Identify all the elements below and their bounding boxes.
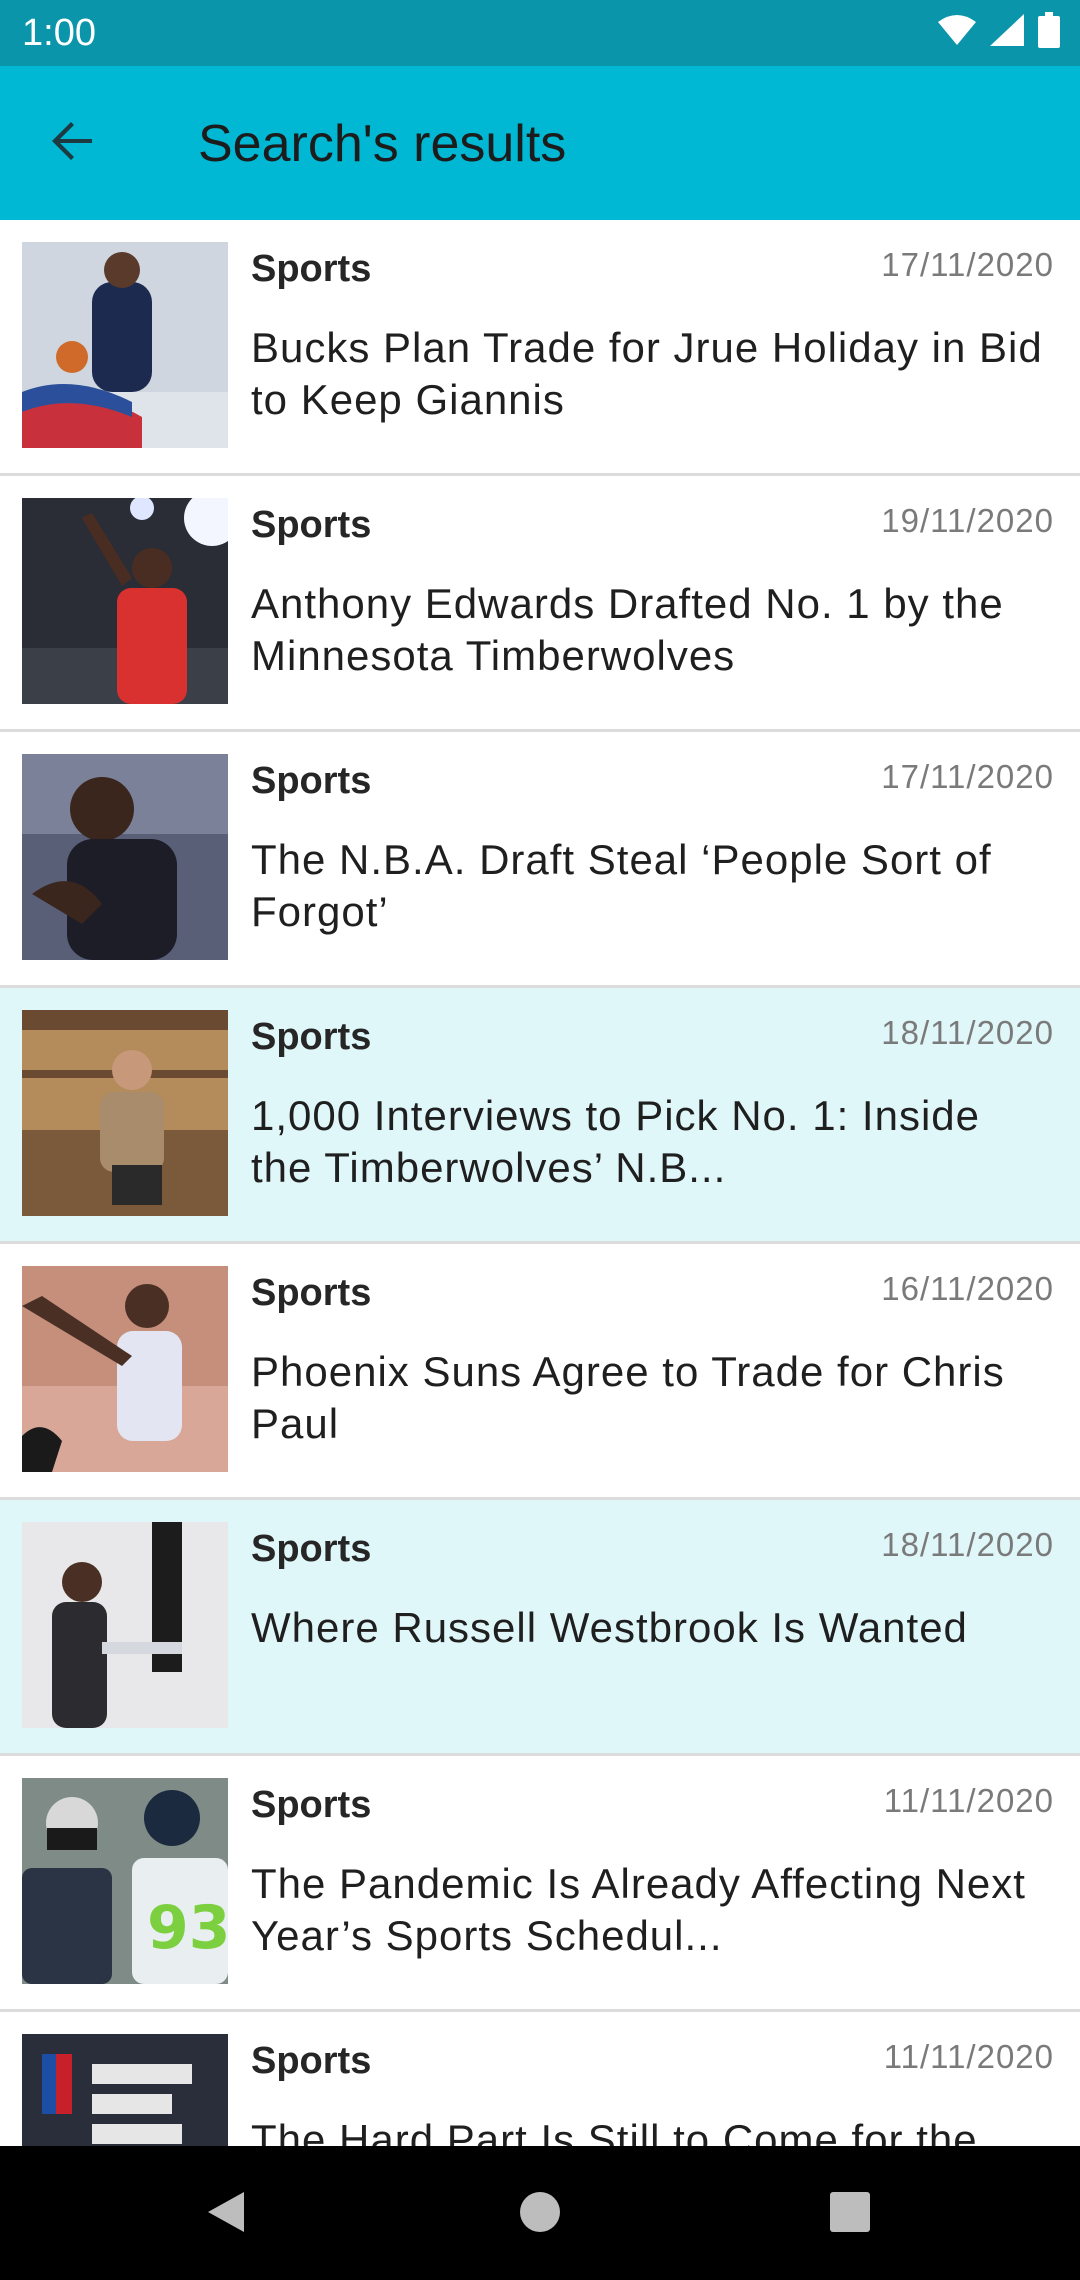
article-category: Sports xyxy=(251,1528,372,1570)
nav-recents-button[interactable] xyxy=(818,2182,882,2246)
article-thumbnail xyxy=(22,2034,228,2146)
article-category: Sports xyxy=(251,248,372,290)
article-thumbnail xyxy=(22,1266,228,1472)
list-item[interactable]: Sports 18/11/2020 Where Russell Westbroo… xyxy=(0,1500,1080,1756)
article-category: Sports xyxy=(251,504,372,546)
article-title: Anthony Edwards Drafted No. 1 by the Min… xyxy=(251,580,1004,679)
status-bar: 1:00 xyxy=(0,0,1080,66)
article-thumbnail xyxy=(22,1010,228,1216)
article-category: Sports xyxy=(251,1272,372,1314)
svg-text:93: 93 xyxy=(147,1893,228,1963)
article-title: The N.B.A. Draft Steal ‘People Sort of F… xyxy=(251,836,992,935)
battery-icon xyxy=(1038,11,1060,53)
home-circle-icon xyxy=(518,2190,562,2239)
article-thumbnail xyxy=(22,242,228,448)
article-date: 17/11/2020 xyxy=(881,246,1054,283)
back-button[interactable] xyxy=(36,107,108,179)
article-title: The Pandemic Is Already Affecting Next Y… xyxy=(251,1860,1026,1959)
article-category: Sports xyxy=(251,2040,372,2082)
list-item[interactable]: Sports 18/11/2020 1,000 Interviews to Pi… xyxy=(0,988,1080,1244)
app-bar: Search's results xyxy=(0,66,1080,220)
article-thumbnail xyxy=(22,1522,228,1728)
recents-square-icon xyxy=(828,2190,872,2239)
article-thumbnail xyxy=(22,498,228,704)
article-date: 17/11/2020 xyxy=(881,758,1054,795)
article-title: Bucks Plan Trade for Jrue Holiday in Bid… xyxy=(251,324,1043,423)
list-item[interactable]: Sports 17/11/2020 The N.B.A. Draft Steal… xyxy=(0,732,1080,988)
article-thumbnail: 93 xyxy=(22,1778,228,1984)
article-category: Sports xyxy=(251,1016,372,1058)
list-item[interactable]: Sports 11/11/2020 The Hard Part Is Still… xyxy=(0,2012,1080,2146)
article-date: 18/11/2020 xyxy=(881,1526,1054,1563)
arrow-back-icon xyxy=(48,117,96,170)
article-category: Sports xyxy=(251,760,372,802)
article-title: Where Russell Westbrook Is Wanted xyxy=(251,1604,968,1651)
list-item[interactable]: Sports 17/11/2020 Bucks Plan Trade for J… xyxy=(0,220,1080,476)
list-item[interactable]: 93 Sports 11/11/2020 The Pandemic Is Alr… xyxy=(0,1756,1080,2012)
navigation-bar xyxy=(0,2146,1080,2280)
status-icons xyxy=(938,11,1060,53)
article-category: Sports xyxy=(251,1784,372,1826)
nav-home-button[interactable] xyxy=(508,2182,572,2246)
article-date: 11/11/2020 xyxy=(883,2038,1054,2075)
list-item[interactable]: Sports 16/11/2020 Phoenix Suns Agree to … xyxy=(0,1244,1080,1500)
article-date: 11/11/2020 xyxy=(883,1782,1054,1819)
nav-back-button[interactable] xyxy=(194,2182,258,2246)
article-date: 18/11/2020 xyxy=(881,1014,1054,1051)
signal-icon xyxy=(990,13,1024,51)
results-list[interactable]: Sports 17/11/2020 Bucks Plan Trade for J… xyxy=(0,220,1080,2146)
wifi-icon xyxy=(938,14,976,51)
article-title: The Hard Part Is Still to Come for the xyxy=(251,2116,978,2146)
article-date: 19/11/2020 xyxy=(881,502,1054,539)
article-title: Phoenix Suns Agree to Trade for Chris Pa… xyxy=(251,1348,1005,1447)
back-triangle-icon xyxy=(204,2188,248,2241)
article-title: 1,000 Interviews to Pick No. 1: Inside t… xyxy=(251,1092,981,1191)
page-title: Search's results xyxy=(198,115,567,173)
list-item[interactable]: Sports 19/11/2020 Anthony Edwards Drafte… xyxy=(0,476,1080,732)
status-time: 1:00 xyxy=(22,12,96,54)
article-date: 16/11/2020 xyxy=(881,1270,1054,1307)
article-thumbnail xyxy=(22,754,228,960)
